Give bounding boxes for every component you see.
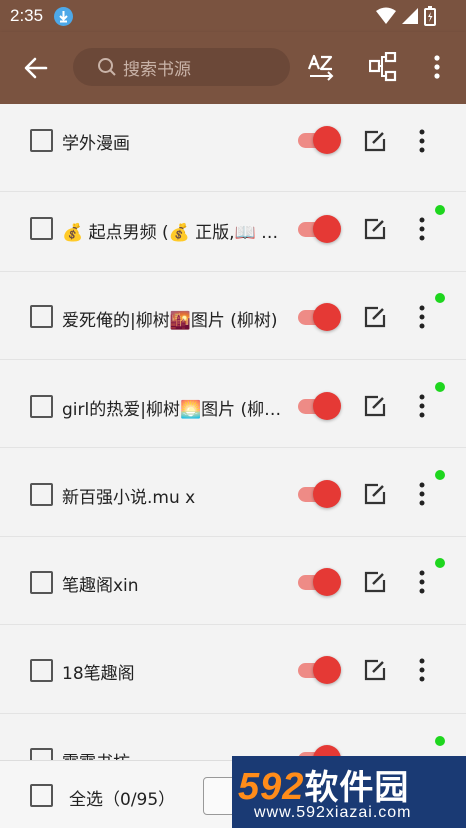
- sort-az-button[interactable]: [306, 52, 336, 82]
- arrow-left-icon: [24, 57, 48, 79]
- edit-icon[interactable]: [363, 482, 387, 506]
- new-indicator-dot: [435, 736, 445, 746]
- edit-icon[interactable]: [363, 305, 387, 329]
- search-placeholder: 搜索书源: [123, 59, 191, 80]
- source-name: 💰 起点男频 (💰 正版,📖 精品): [62, 223, 284, 243]
- group-icon: [368, 51, 397, 82]
- row-checkbox[interactable]: [30, 483, 53, 506]
- group-button[interactable]: [368, 51, 397, 82]
- more-vert-icon[interactable]: [414, 304, 430, 330]
- select-all-label: 全选（0/95）: [69, 790, 176, 810]
- new-indicator-dot: [435, 293, 445, 303]
- watermark-brand: 592软件园: [238, 766, 410, 808]
- new-indicator-dot: [435, 205, 445, 215]
- wifi-icon: [376, 7, 396, 24]
- enable-switch[interactable]: [298, 479, 341, 509]
- more-vert-icon[interactable]: [414, 569, 430, 595]
- source-name: 18笔趣阁: [62, 664, 135, 684]
- source-name: girl的热爱|柳树🌅图片 (柳树): [62, 400, 284, 420]
- status-bar: 2:35: [0, 0, 466, 32]
- enable-switch[interactable]: [298, 302, 341, 332]
- row-checkbox[interactable]: [30, 395, 53, 418]
- source-name: 爱死俺的|柳树🌇图片 (柳树): [62, 311, 278, 331]
- enable-switch[interactable]: [298, 567, 341, 597]
- list-item[interactable]: 爱死俺的|柳树🌇图片 (柳树): [0, 272, 466, 360]
- row-checkbox[interactable]: [30, 217, 53, 240]
- top-toolbar: 搜索书源: [0, 32, 466, 104]
- download-icon: [54, 7, 73, 26]
- back-button[interactable]: [22, 54, 50, 82]
- edit-icon[interactable]: [363, 129, 387, 153]
- enable-switch[interactable]: [298, 125, 341, 155]
- more-vert-icon[interactable]: [414, 216, 430, 242]
- list-item[interactable]: 18笔趣阁: [0, 626, 466, 714]
- signal-icon: [402, 8, 418, 24]
- edit-icon[interactable]: [363, 217, 387, 241]
- enable-switch[interactable]: [298, 214, 341, 244]
- watermark-logo: 592软件园 www.592xiazai.com: [232, 756, 466, 828]
- row-checkbox[interactable]: [30, 748, 53, 760]
- more-vert-icon[interactable]: [414, 657, 430, 683]
- status-time: 2:35: [10, 6, 44, 25]
- row-checkbox[interactable]: [30, 659, 53, 682]
- row-checkbox[interactable]: [30, 129, 53, 152]
- row-checkbox[interactable]: [30, 305, 53, 328]
- new-indicator-dot: [435, 558, 445, 568]
- search-input[interactable]: 搜索书源: [73, 48, 290, 86]
- search-icon: [98, 58, 116, 76]
- book-source-list: 学外漫画 💰 起点男频 (💰 正版,📖 精品) 爱死俺的|柳树🌇图片 (柳树) …: [0, 104, 466, 760]
- source-name: 笔趣阁xin: [62, 576, 139, 596]
- enable-switch[interactable]: [298, 655, 341, 685]
- edit-icon[interactable]: [363, 570, 387, 594]
- list-item[interactable]: 霹霹书坊: [0, 714, 466, 760]
- battery-icon: [424, 6, 436, 26]
- overflow-menu-button[interactable]: [428, 53, 446, 81]
- list-item[interactable]: 学外漫画: [0, 104, 466, 192]
- sort-az-icon: [307, 54, 334, 81]
- list-item[interactable]: 新百强小说.mu x: [0, 449, 466, 537]
- system-icons: [376, 6, 436, 26]
- edit-icon[interactable]: [363, 394, 387, 418]
- edit-icon[interactable]: [363, 658, 387, 682]
- source-name: 学外漫画: [62, 134, 130, 154]
- more-vert-icon[interactable]: [414, 481, 430, 507]
- more-vert-icon[interactable]: [414, 128, 430, 154]
- source-name: 新百强小说.mu x: [62, 488, 196, 508]
- select-all-checkbox[interactable]: [30, 784, 53, 807]
- new-indicator-dot: [435, 382, 445, 392]
- more-vert-icon: [434, 55, 440, 79]
- list-item[interactable]: 💰 起点男频 (💰 正版,📖 精品): [0, 184, 466, 272]
- list-item[interactable]: girl的热爱|柳树🌅图片 (柳树): [0, 360, 466, 448]
- watermark-url: www.592xiazai.com: [254, 804, 412, 821]
- more-vert-icon[interactable]: [414, 393, 430, 419]
- list-item[interactable]: 笔趣阁xin: [0, 537, 466, 625]
- new-indicator-dot: [435, 470, 445, 480]
- enable-switch[interactable]: [298, 391, 341, 421]
- row-checkbox[interactable]: [30, 571, 53, 594]
